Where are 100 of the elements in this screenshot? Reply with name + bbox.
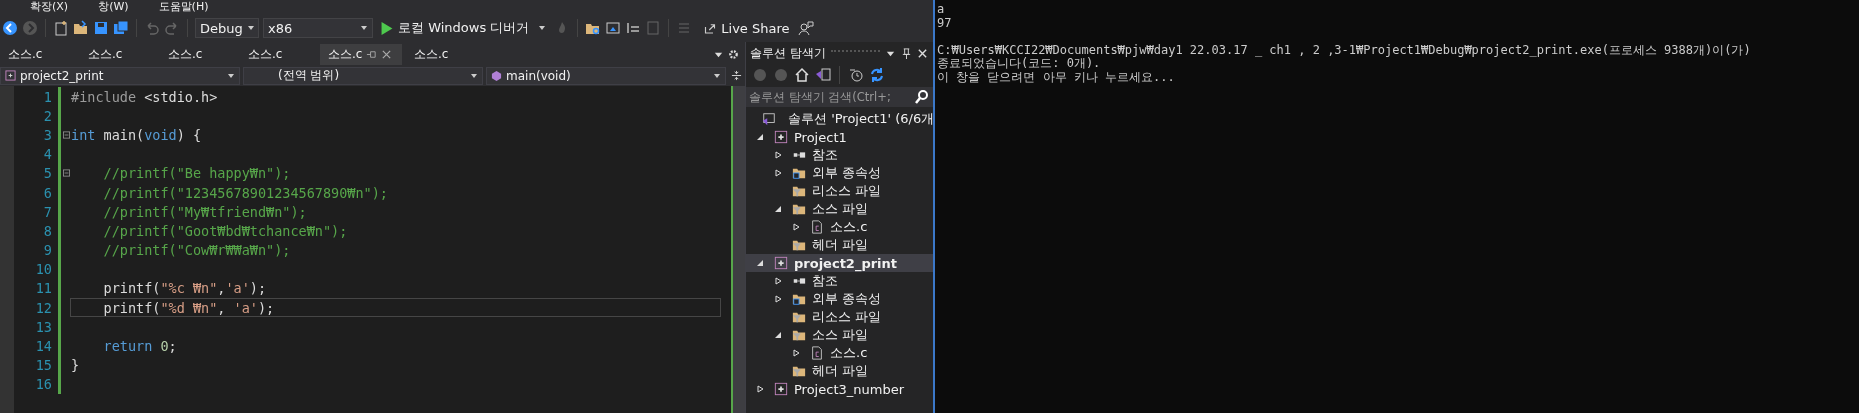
- line-number: 8: [42, 222, 53, 239]
- tree-item[interactable]: 외부 종속성: [812, 290, 882, 308]
- split-icon[interactable]: [731, 70, 742, 81]
- back-icon[interactable]: [2, 20, 18, 36]
- folder-icon: [792, 292, 806, 306]
- new-item-icon[interactable]: [53, 20, 69, 36]
- tree-item[interactable]: 소스 파일: [812, 326, 869, 344]
- close-icon[interactable]: [917, 47, 929, 59]
- caret-icon[interactable]: [713, 71, 721, 80]
- collapsed-arrow-icon[interactable]: [774, 151, 782, 159]
- collapsed-arrow-icon[interactable]: [792, 223, 800, 231]
- line-number: 15: [34, 357, 53, 374]
- expanded-arrow-icon[interactable]: [756, 133, 764, 141]
- run-button[interactable]: 로컬 Windows 디버거: [377, 17, 551, 39]
- collapsed-arrow-icon[interactable]: [756, 385, 764, 393]
- caret-icon[interactable]: [470, 71, 478, 80]
- project-dropdown[interactable]: project2_print: [0, 66, 240, 85]
- save-icon[interactable]: [93, 20, 109, 36]
- clock-icon[interactable]: [848, 67, 864, 83]
- editor-tab[interactable]: 소스.c: [406, 44, 482, 65]
- console-line: 종료되었습니다(코드: 0개).: [937, 57, 1101, 71]
- home-icon[interactable]: [794, 67, 810, 83]
- code-line: //printf("Be happy₩n");: [102, 165, 291, 182]
- tree-item[interactable]: Project1: [794, 129, 847, 145]
- window-icon[interactable]: [605, 20, 622, 36]
- line-number: 3: [42, 126, 53, 143]
- code-line: //printf("Cow₩r₩₩a₩n");: [102, 242, 291, 259]
- line-number: 9: [42, 242, 53, 259]
- line-number: 1: [42, 88, 53, 105]
- c-file-icon: [810, 346, 824, 360]
- menu-item[interactable]: 창(W): [98, 0, 129, 14]
- code-line: //printf("12345678901234567890₩n");: [102, 184, 388, 201]
- feedback-icon[interactable]: [797, 20, 814, 36]
- expanded-arrow-icon[interactable]: [774, 205, 782, 213]
- line-number: 14: [34, 338, 53, 355]
- caret-icon[interactable]: [246, 24, 255, 32]
- panel-title: 솔루션 탐색기: [750, 44, 826, 62]
- line-number: 13: [34, 318, 53, 335]
- filter-folder-icon: [792, 310, 806, 324]
- member-dropdown[interactable]: main(void): [486, 66, 726, 85]
- live-share-button[interactable]: Live Share: [700, 18, 794, 38]
- code-line: //printf("My₩tfriend₩n");: [102, 203, 307, 220]
- solution-view-icon[interactable]: [815, 67, 831, 83]
- caret-icon[interactable]: [360, 24, 368, 32]
- tree-item[interactable]: 참조: [812, 146, 838, 164]
- filter-folder-icon: [792, 238, 806, 252]
- tree-item[interactable]: 소스 파일: [812, 200, 869, 218]
- line-number: 5: [42, 165, 53, 182]
- editor-tab[interactable]: 소스.c: [320, 44, 402, 65]
- collapsed-arrow-icon[interactable]: [774, 169, 782, 177]
- refresh-icon[interactable]: [869, 67, 885, 83]
- collapse-icon[interactable]: [63, 130, 70, 139]
- filter-folder-icon: [792, 184, 806, 198]
- tree-item[interactable]: 외부 종속성: [812, 164, 882, 182]
- scrollbar[interactable]: [731, 86, 745, 413]
- pin-icon[interactable]: [901, 47, 913, 59]
- search-icon[interactable]: [914, 89, 931, 105]
- tree-item[interactable]: 헤더 파일: [812, 236, 869, 254]
- tree-item[interactable]: 리소스 파일: [812, 308, 882, 326]
- indent-icon[interactable]: [625, 20, 642, 36]
- open-folder-icon[interactable]: [73, 20, 89, 36]
- tree-item[interactable]: 솔루션 'Project1' (6/6개: [788, 110, 935, 128]
- caret-icon[interactable]: [227, 71, 235, 80]
- settings-icon[interactable]: [728, 49, 739, 60]
- tree-item[interactable]: 소스.c: [830, 344, 868, 362]
- line-number: 4: [42, 146, 53, 163]
- expanded-arrow-icon[interactable]: [774, 331, 782, 339]
- configuration-dropdown[interactable]: Debug: [195, 18, 259, 38]
- collapsed-arrow-icon[interactable]: [792, 349, 800, 357]
- tree-item[interactable]: 소스.c: [830, 218, 868, 236]
- expanded-arrow-icon[interactable]: [756, 259, 764, 267]
- tree-item[interactable]: 참조: [812, 272, 838, 290]
- save-all-icon[interactable]: [113, 20, 129, 36]
- tree-item[interactable]: 리소스 파일: [812, 182, 882, 200]
- collapsed-arrow-icon[interactable]: [774, 277, 782, 285]
- folder-icon: [792, 166, 806, 180]
- collapse-icon[interactable]: [63, 169, 70, 178]
- collapsed-arrow-icon[interactable]: [774, 295, 782, 303]
- editor-tab[interactable]: 소스.c: [80, 44, 156, 65]
- scope-dropdown[interactable]: (전역 범위): [243, 66, 483, 85]
- pin-icon[interactable]: [366, 49, 378, 60]
- code-line: #include <stdio.h>: [71, 88, 218, 105]
- search-field[interactable]: 솔루션 탐색기 검색(Ctrl+;: [746, 87, 935, 107]
- editor-tab[interactable]: 소스.c: [240, 44, 316, 65]
- line-number: 10: [34, 261, 53, 278]
- play-icon: [381, 21, 393, 35]
- editor-tab[interactable]: 소스.c: [160, 44, 236, 65]
- menu-item[interactable]: 도움말(H): [158, 0, 209, 14]
- menu-item[interactable]: 확장(X): [30, 0, 69, 14]
- line-number: 2: [42, 107, 53, 124]
- caret-icon[interactable]: [538, 24, 547, 32]
- tree-item[interactable]: Project3_number: [794, 381, 904, 397]
- editor-tab[interactable]: 소스.c: [0, 44, 76, 65]
- redo-icon[interactable]: [164, 20, 180, 36]
- filter-folder-icon: [792, 328, 806, 342]
- tree-item[interactable]: 헤더 파일: [812, 362, 869, 380]
- line-number: 7: [42, 203, 53, 220]
- platform-dropdown[interactable]: x86: [263, 18, 373, 38]
- console-line: a: [937, 3, 946, 17]
- solution-icon: [762, 112, 776, 126]
